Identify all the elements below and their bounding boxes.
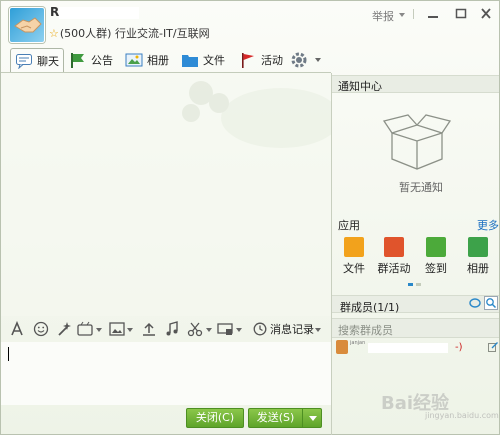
chat-header: R ☆(500人群) 行业交流-IT/互联网 举报 (1, 1, 499, 43)
tab-chat[interactable]: 聊天 (10, 48, 64, 72)
app-files-label: 文件 (343, 262, 365, 275)
tab-chat-label: 聊天 (37, 54, 59, 68)
no-notice-text: 暂无通知 (399, 181, 443, 194)
emoji-icon[interactable] (33, 321, 49, 337)
watermark-url: jingyan.baidu.com (425, 411, 499, 420)
screen-share-icon[interactable] (217, 321, 233, 337)
member-name: janjan (350, 340, 366, 346)
tab-activity[interactable]: 活动 (239, 48, 283, 72)
background-decoration (182, 81, 331, 148)
edit-icon[interactable] (488, 342, 498, 352)
tab-activity-label: 活动 (261, 54, 283, 67)
tab-announcement[interactable]: 公告 (69, 48, 113, 72)
screen-share-dropdown-icon[interactable] (236, 328, 242, 332)
gear-icon[interactable] (290, 51, 308, 69)
member-name-suffix: -) (455, 342, 463, 353)
screenshot-dropdown-icon[interactable] (206, 328, 212, 332)
magic-wand-icon[interactable] (56, 321, 72, 337)
tab-album[interactable]: 相册 (125, 48, 169, 72)
report-dropdown-icon[interactable] (399, 13, 405, 17)
member-search-input[interactable]: 搜索群成员 (332, 318, 499, 338)
clock-icon (253, 322, 267, 336)
picture-icon (125, 53, 143, 67)
redaction-mask (59, 7, 139, 19)
chat-bubble-icon (16, 53, 32, 69)
redaction-mask (368, 343, 448, 353)
history-dropdown-icon[interactable] (315, 328, 321, 332)
flag-icon (71, 53, 84, 68)
more-apps-link[interactable]: 更多 (477, 217, 499, 233)
message-input[interactable] (1, 342, 331, 405)
handshake-icon (14, 17, 42, 33)
text-caret (8, 347, 9, 361)
notice-center-title: 通知中心 (338, 80, 382, 93)
scissors-icon[interactable] (187, 321, 203, 337)
upload-icon[interactable] (141, 321, 157, 337)
apps-title: 应用 (338, 219, 360, 232)
message-history-label: 消息记录 (270, 323, 314, 336)
music-icon[interactable] (164, 321, 180, 337)
members-title: 群成员(1/1) (340, 301, 400, 314)
tab-announcement-label: 公告 (91, 54, 113, 67)
divider (413, 9, 414, 19)
close-icon[interactable] (478, 7, 494, 21)
empty-box-icon (382, 114, 452, 170)
tab-files-label: 文件 (203, 54, 225, 67)
app-album-label: 相册 (467, 262, 489, 275)
app-group-activity-label: 群活动 (377, 262, 411, 275)
minimize-icon[interactable] (425, 7, 441, 21)
picture-dropdown-icon[interactable] (127, 328, 133, 332)
font-icon[interactable] (9, 321, 25, 337)
group-avatar[interactable] (9, 7, 45, 43)
app-page-indicator[interactable] (408, 283, 421, 286)
close-button[interactable]: 关闭(C) (186, 408, 244, 428)
app-group-activity[interactable]: 群活动 (374, 237, 414, 276)
group-activity-icon (384, 237, 404, 257)
send-button[interactable]: 发送(S) (248, 408, 302, 428)
group-category[interactable]: 行业交流-IT/互联网 (115, 27, 210, 40)
gif-icon[interactable] (77, 321, 93, 337)
picture-icon[interactable] (109, 321, 125, 337)
tab-album-label: 相册 (147, 54, 169, 67)
group-chat-window: R ☆(500人群) 行业交流-IT/互联网 举报 聊天 公告 相册 文件 活动… (0, 0, 500, 435)
folder-icon (182, 55, 198, 67)
member-list-item[interactable]: janjan -) (334, 340, 499, 358)
chat-icon[interactable] (469, 298, 481, 309)
app-album[interactable]: 相册 (458, 237, 498, 276)
star-icon: ☆ (49, 27, 59, 40)
message-history-button[interactable]: 消息记录 (253, 321, 314, 337)
maximize-icon[interactable] (453, 7, 469, 21)
tab-files[interactable]: 文件 (181, 48, 225, 72)
gear-dropdown-icon[interactable] (315, 58, 321, 62)
group-member-count: (500人群) (59, 27, 112, 40)
report-button[interactable]: 举报 (372, 8, 394, 24)
search-icon[interactable] (484, 296, 498, 310)
album-app-icon (468, 237, 488, 257)
avatar (336, 340, 348, 354)
folder-app-icon (344, 237, 364, 257)
red-flag-icon (242, 53, 254, 68)
app-files[interactable]: 文件 (334, 237, 374, 276)
right-panel: 通知中心 暂无通知 应用 更多 文件 群活动 签到 相册 群成员(1/1) 搜索… (331, 73, 499, 435)
send-options-dropdown[interactable] (302, 408, 322, 428)
app-checkin[interactable]: 签到 (416, 237, 456, 276)
gif-dropdown-icon[interactable] (96, 328, 102, 332)
app-checkin-label: 签到 (425, 262, 447, 275)
group-meta: ☆(500人群) 行业交流-IT/互联网 (49, 25, 210, 41)
checkin-icon (426, 237, 446, 257)
